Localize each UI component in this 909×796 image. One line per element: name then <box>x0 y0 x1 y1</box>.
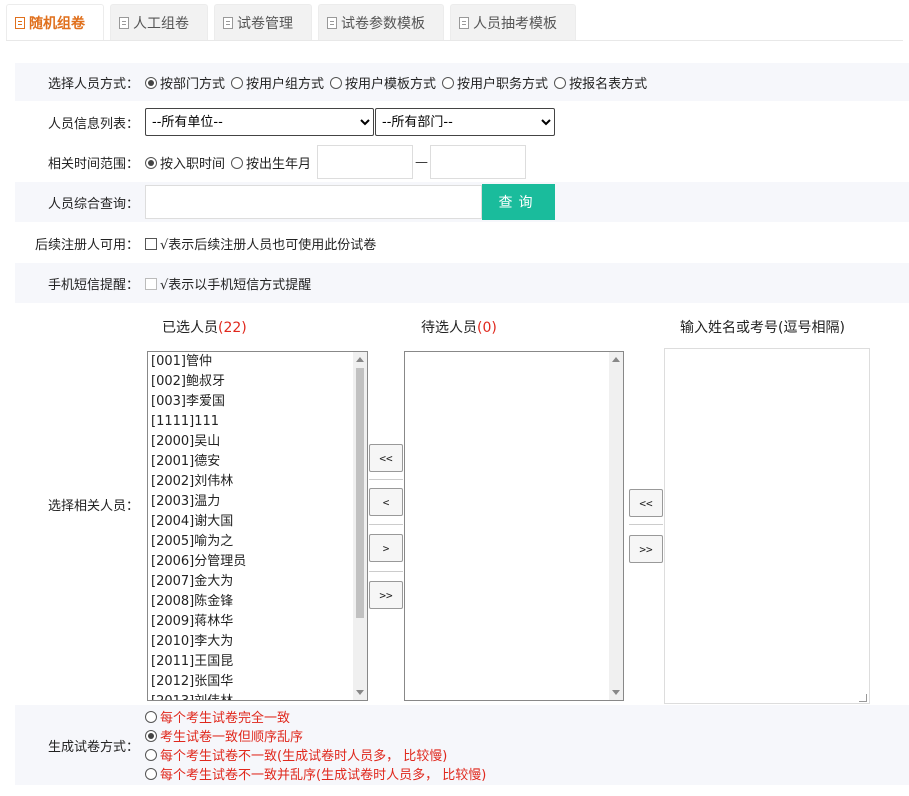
selected-person-item[interactable]: [2000]吴山 <box>148 432 367 452</box>
scroll-up-icon[interactable] <box>356 357 364 362</box>
document-icon <box>223 16 233 29</box>
radio-by-birth-date[interactable]: 按出生年月 <box>231 153 311 172</box>
scroll-thumb[interactable] <box>356 368 364 618</box>
date-separator: — <box>415 154 429 170</box>
selected-people-list[interactable]: [001]管仲 [002]鲍叔牙 [003]李爱国 [1111]111 [2000]吴山… <box>147 351 368 701</box>
input-move-right-button[interactable]: >> <box>629 535 663 563</box>
selected-person-item[interactable]: [002]鲍叔牙 <box>148 372 367 392</box>
selected-person-item[interactable]: [2007]金大为 <box>148 572 367 592</box>
selected-person-item[interactable]: [2006]分管理员 <box>148 552 367 572</box>
query-input[interactable] <box>145 185 482 219</box>
selected-person-item[interactable]: [2010]李大为 <box>148 632 367 652</box>
tab-sampling-template[interactable]: 人员抽考模板 <box>450 4 576 40</box>
radio-same-paper-shuffled[interactable]: 考生试卷一致但顺序乱序 <box>145 726 486 745</box>
name-or-id-textarea[interactable] <box>664 348 870 704</box>
radio-different-paper[interactable]: 每个考生试卷不一致(生成试卷时人员多， 比较慢) <box>145 745 486 764</box>
gen-method-label: 生成试卷方式： <box>47 739 139 755</box>
row-sms: 手机短信提醒： √表示以手机短信方式提醒 <box>15 263 909 303</box>
tab-bar: 随机组卷 人工组卷 试卷管理 试卷参数模板 人员抽考模板 <box>6 4 576 40</box>
selected-person-item[interactable]: [2005]喻为之 <box>148 532 367 552</box>
row-later-register: 后续注册人可用： √表示后续注册人员也可使用此份试卷 <box>15 223 909 263</box>
unit-select[interactable]: --所有单位-- <box>145 108 374 136</box>
tab-random-paper[interactable]: 随机组卷 <box>6 4 104 40</box>
selected-person-item[interactable]: [2012]张国华 <box>148 672 367 692</box>
form-panel: 选择人员方式： 按部门方式 按用户组方式 按用户模板方式 按用户职务方式 按报名… <box>6 40 909 796</box>
move-right-button[interactable]: > <box>369 534 403 562</box>
selected-person-item[interactable]: [2011]王国昆 <box>148 652 367 672</box>
select-method-label: 选择人员方式： <box>47 76 139 92</box>
radio-by-registration[interactable]: 按报名表方式 <box>554 73 647 92</box>
selected-person-item[interactable]: [2009]蒋林华 <box>148 612 367 632</box>
scroll-down-icon[interactable] <box>356 690 364 695</box>
move-all-right-button[interactable]: >> <box>369 581 403 609</box>
radio-by-user-position[interactable]: 按用户职务方式 <box>442 73 548 92</box>
department-select[interactable]: --所有部门-- <box>375 108 555 136</box>
scroll-down-icon[interactable] <box>612 690 620 695</box>
selected-person-item[interactable]: [003]李爱国 <box>148 392 367 412</box>
sms-checkbox: √表示以手机短信方式提醒 <box>145 274 311 293</box>
info-list-label: 人员信息列表： <box>47 116 139 132</box>
tab-paper-param-template[interactable]: 试卷参数模板 <box>318 4 444 40</box>
radio-same-paper[interactable]: 每个考生试卷完全一致 <box>145 707 486 726</box>
selected-person-item[interactable]: [2013]刘伟林 <box>148 692 367 700</box>
move-all-left-button[interactable]: << <box>369 444 403 472</box>
document-icon <box>15 16 25 29</box>
end-date-input[interactable] <box>430 145 527 179</box>
selected-person-item[interactable]: [2004]谢大国 <box>148 512 367 532</box>
selected-person-item[interactable]: [2008]陈金锋 <box>148 592 367 612</box>
move-left-button[interactable]: < <box>369 488 403 516</box>
time-range-label: 相关时间范围： <box>47 156 139 172</box>
selected-person-item[interactable]: [2002]刘伟林 <box>148 472 367 492</box>
tab-manual-paper[interactable]: 人工组卷 <box>110 4 208 40</box>
radio-by-entry-time[interactable]: 按入职时间 <box>145 153 225 172</box>
selected-people-title: 已选人员(22) <box>162 320 247 336</box>
document-icon <box>119 16 129 29</box>
input-add-all-left-button[interactable]: << <box>629 489 663 517</box>
radio-by-user-template[interactable]: 按用户模板方式 <box>330 73 436 92</box>
pending-list-scrollbar[interactable] <box>609 352 623 700</box>
selected-person-item[interactable]: [2003]温力 <box>148 492 367 512</box>
later-register-label: 后续注册人可用： <box>34 237 139 253</box>
resize-handle-icon[interactable] <box>859 694 867 702</box>
start-date-input[interactable] <box>317 145 414 179</box>
selected-person-item[interactable]: [2001]德安 <box>148 452 367 472</box>
radio-by-department[interactable]: 按部门方式 <box>145 73 225 92</box>
input-names-title: 输入姓名或考号(逗号相隔) <box>680 320 845 336</box>
row-time-range: 相关时间范围： 按入职时间 按出生年月 — <box>15 142 909 182</box>
row-query: 人员综合查询： 查询 <box>15 182 909 222</box>
row-info-list: 人员信息列表： --所有单位-- --所有部门-- <box>15 102 909 142</box>
people-label: 选择相关人员： <box>47 499 139 514</box>
later-register-checkbox[interactable]: √表示后续注册人员也可使用此份试卷 <box>145 234 376 253</box>
radio-by-user-group[interactable]: 按用户组方式 <box>231 73 324 92</box>
query-label: 人员综合查询： <box>47 196 139 212</box>
selected-person-item[interactable]: [001]管仲 <box>148 352 367 372</box>
pending-people-list[interactable] <box>404 351 624 701</box>
document-icon <box>327 16 337 29</box>
query-button[interactable]: 查询 <box>482 184 555 220</box>
selected-people-items: [001]管仲 [002]鲍叔牙 [003]李爱国 [1111]111 [2000]吴山… <box>148 352 367 700</box>
people-section: 选择相关人员： 已选人员(22) 待选人员(0) 输入姓名或考号(逗号相隔) [… <box>15 303 909 705</box>
radio-different-paper-shuffled[interactable]: 每个考生试卷不一致并乱序(生成试卷时人员多， 比较慢) <box>145 764 486 783</box>
pending-people-title: 待选人员(0) <box>421 320 497 336</box>
selected-person-item[interactable]: [1111]111 <box>148 412 367 432</box>
row-gen-method: 生成试卷方式： 每个考生试卷完全一致 考生试卷一致但顺序乱序 每个考生试卷不一致… <box>15 705 909 785</box>
gen-method-options: 每个考生试卷完全一致 考生试卷一致但顺序乱序 每个考生试卷不一致(生成试卷时人员… <box>145 707 486 783</box>
scroll-up-icon[interactable] <box>612 357 620 362</box>
row-select-method: 选择人员方式： 按部门方式 按用户组方式 按用户模板方式 按用户职务方式 按报名… <box>15 63 909 101</box>
selected-list-scrollbar[interactable] <box>353 352 367 700</box>
sms-label: 手机短信提醒： <box>47 277 139 293</box>
document-icon <box>459 16 469 29</box>
tab-paper-management[interactable]: 试卷管理 <box>214 4 312 40</box>
